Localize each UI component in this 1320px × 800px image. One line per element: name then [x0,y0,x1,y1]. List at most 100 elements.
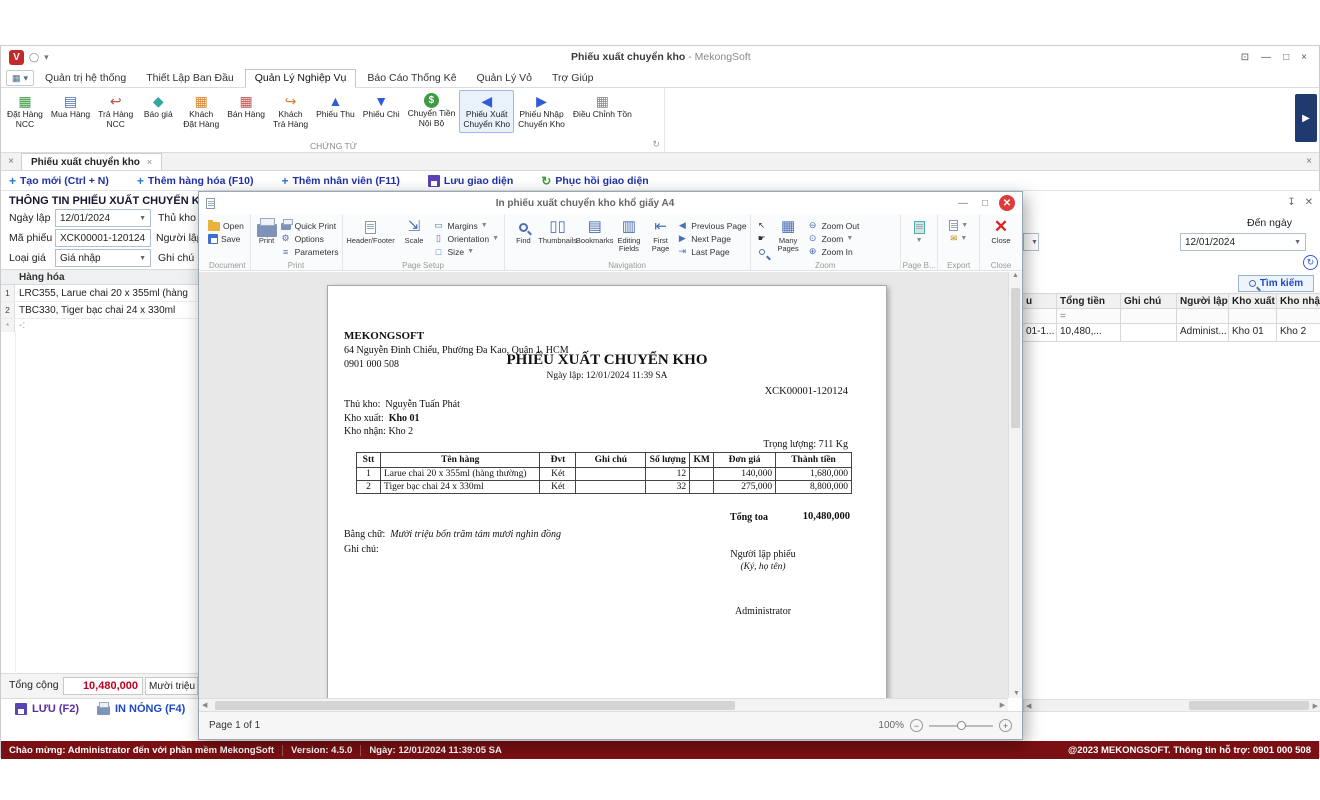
minimize-icon[interactable]: — [1261,52,1271,63]
group-dialog-launcher-icon[interactable]: ↻ [652,139,660,150]
last-page-button[interactable]: ⇥Last Page [676,245,746,258]
close-preview-button[interactable]: ✕Close [983,216,1019,245]
scroll-up-icon[interactable]: ▲ [1012,272,1019,279]
filter-cell[interactable] [1277,309,1320,324]
dialog-minimize-icon[interactable]: — [955,198,971,209]
column-header-kho-nhan[interactable]: Kho nhận [1277,293,1320,309]
tab-thiet-lap-ban-dau[interactable]: Thiết Lập Ban Đầu [137,70,243,87]
zoom-slider-thumb[interactable] [957,721,966,730]
bookmarks-button[interactable]: ▤Bookmarks [576,216,613,245]
page-background-button[interactable]: ▼ [904,216,934,245]
column-header-kho-xuat[interactable]: Kho xuất [1229,293,1277,309]
dialog-close-icon[interactable]: ✕ [999,195,1015,211]
ribbon-item-phieu-nhap-chuyen-kho[interactable]: ▶Phiếu Nhập Chuyển Kho [514,90,569,133]
table-row[interactable]: 01-1... 10,480,... Administ... Kho 01 Kh… [1023,324,1320,342]
scroll-left-icon[interactable]: ◀ [1026,702,1031,710]
scroll-left-icon[interactable]: ◀ [202,701,207,709]
restore-icon[interactable]: □ [1283,52,1289,63]
scale-button[interactable]: ⇲Scale [396,216,433,245]
open-button[interactable]: Open [208,219,244,232]
preview-surface[interactable]: MEKONGSOFT 64 Nguyễn Đình Chiểu, Phường … [199,272,1008,698]
close-tab-left-icon[interactable]: × [1,153,21,170]
zoom-out-button[interactable]: ⊖Zoom Out [807,219,860,232]
ma-phieu-input[interactable]: XCK00001-120124 [55,229,151,247]
filter-cell[interactable] [1229,309,1277,324]
tab-tro-giup[interactable]: Trợ Giúp [543,70,603,87]
ribbon-item-ban-hang[interactable]: ▦Bán Hàng [223,90,269,123]
zoom-in-icon[interactable]: + [999,719,1012,732]
ngay-lap-combo[interactable]: 12/01/2024▼ [55,209,151,227]
fit-window-icon[interactable]: ⊡ [1241,52,1249,63]
margins-button[interactable]: ▭Margins▼ [433,219,500,232]
scroll-down-icon[interactable]: ▼ [1013,690,1020,697]
orientation-button[interactable]: ▯Orientation▼ [433,232,500,245]
scroll-right-icon[interactable]: ▶ [1000,701,1005,709]
horizontal-scrollbar[interactable]: ◀▶ [1023,699,1320,712]
ribbon-item-bao-gia[interactable]: ◆Báo giá [137,90,179,123]
ribbon-item-chuyen-tien-noi-bo[interactable]: $Chuyển Tiền Nội Bộ [404,90,460,132]
column-header-partial[interactable]: u [1023,293,1057,309]
next-page-button[interactable]: ▶Next Page [676,232,746,245]
find-button[interactable]: Find [508,216,540,245]
ribbon-item-mua-hang[interactable]: ▤Mua Hàng [47,90,94,123]
add-item-button[interactable]: +Thêm hàng hóa (F10) [137,174,254,188]
parameters-button[interactable]: ≡Parameters [280,245,339,258]
quick-access-dropdown-icon[interactable]: ▾ [44,52,49,63]
add-employee-button[interactable]: +Thêm nhân viên (F11) [281,174,399,188]
doc-tab-phieu-xuat-chuyen-kho[interactable]: Phiếu xuất chuyển kho× [21,153,162,170]
doc-tab-close-icon[interactable]: × [147,157,152,167]
options-button[interactable]: ⚙Options [280,232,339,245]
panel-close-icon[interactable]: ✕ [1305,197,1313,208]
ribbon-item-phieu-xuat-chuyen-kho[interactable]: ◀Phiếu Xuất Chuyển Kho [459,90,514,133]
ribbon-apps-button[interactable]: ▦▾ [6,70,34,86]
pointer-tool-icon[interactable]: ↖ [758,219,765,232]
size-button[interactable]: □Size▼ [433,245,500,258]
horizontal-scrollbar[interactable]: ◀▶ [199,698,1008,711]
filter-cell[interactable] [1023,309,1057,324]
pin-icon[interactable]: ↧ [1287,197,1295,208]
zoom-button[interactable]: ⊙Zoom▼ [807,232,860,245]
ribbon-item-phieu-thu[interactable]: ▲Phiếu Thu [312,90,359,123]
ribbon-scroll-right-button[interactable]: ▶ [1295,94,1317,142]
export-document-button[interactable]: ▼ [949,219,968,232]
scrollbar-thumb[interactable] [1011,288,1020,428]
dialog-maximize-icon[interactable]: □ [977,198,993,209]
quick-access-icon[interactable]: ◯ [29,52,39,63]
ribbon-item-phieu-chi[interactable]: ▼Phiếu Chi [359,90,404,123]
column-header-tong-tien[interactable]: Tổng tiền [1057,293,1121,309]
ribbon-item-khach-tra-hang[interactable]: ↪Khách Trả Hàng [269,90,312,133]
tab-bao-cao-thong-ke[interactable]: Báo Cáo Thống Kê [358,70,465,87]
ribbon-item-dat-hang-ncc[interactable]: ▦Đặt Hàng NCC [3,90,47,133]
filter-cell[interactable] [1177,309,1229,324]
restore-layout-button[interactable]: ↻Phục hồi giao diện [541,174,648,188]
many-pages-button[interactable]: ▦Many Pages [770,216,807,254]
print-button[interactable]: Print [254,216,280,245]
grid-filter-row[interactable]: = [1023,309,1320,324]
filter-cell[interactable] [1121,309,1177,324]
previous-page-button[interactable]: ◀Previous Page [676,219,746,232]
partial-combo[interactable]: ▼ [1023,233,1039,251]
save-button[interactable]: Save [208,232,244,245]
magnifier-tool-icon[interactable] [759,245,765,258]
ribbon-item-dieu-chinh-ton[interactable]: ▦Điều Chỉnh Tồn [569,90,636,123]
filter-cell-equals[interactable]: = [1057,309,1121,324]
tab-quan-ly-vo[interactable]: Quản Lý Vỏ [468,70,541,87]
vertical-scrollbar[interactable]: ▲▼ [1008,272,1022,698]
search-button[interactable]: Tìm kiếm [1238,275,1314,292]
header-footer-button[interactable]: Header/Footer [346,216,396,245]
column-header-ghi-chu[interactable]: Ghi chú [1121,293,1177,309]
tab-quan-ly-nghiep-vu[interactable]: Quản Lý Nghiệp Vụ [245,69,357,88]
zoom-out-icon[interactable]: − [910,719,923,732]
scroll-right-icon[interactable]: ▶ [1313,702,1318,710]
thumbnails-button[interactable]: ▯▯Thumbnails [539,216,576,245]
first-page-button[interactable]: ⇤First Page [645,216,677,254]
zoom-in-button[interactable]: ⊕Zoom In [807,245,860,258]
ribbon-item-tra-hang-ncc[interactable]: ↩Trả Hàng NCC [94,90,137,133]
hand-tool-icon[interactable]: ☛ [758,232,766,245]
hot-print-button[interactable]: IN NÓNG (F4) [97,703,185,715]
save-button[interactable]: LƯU (F2) [15,703,79,715]
den-ngay-combo[interactable]: 12/01/2024▼ [1180,233,1306,251]
scrollbar-thumb[interactable] [215,701,735,710]
column-header-nguoi-lap[interactable]: Người lập [1177,293,1229,309]
ribbon-item-khach-dat-hang[interactable]: ▦Khách Đặt Hàng [179,90,223,133]
